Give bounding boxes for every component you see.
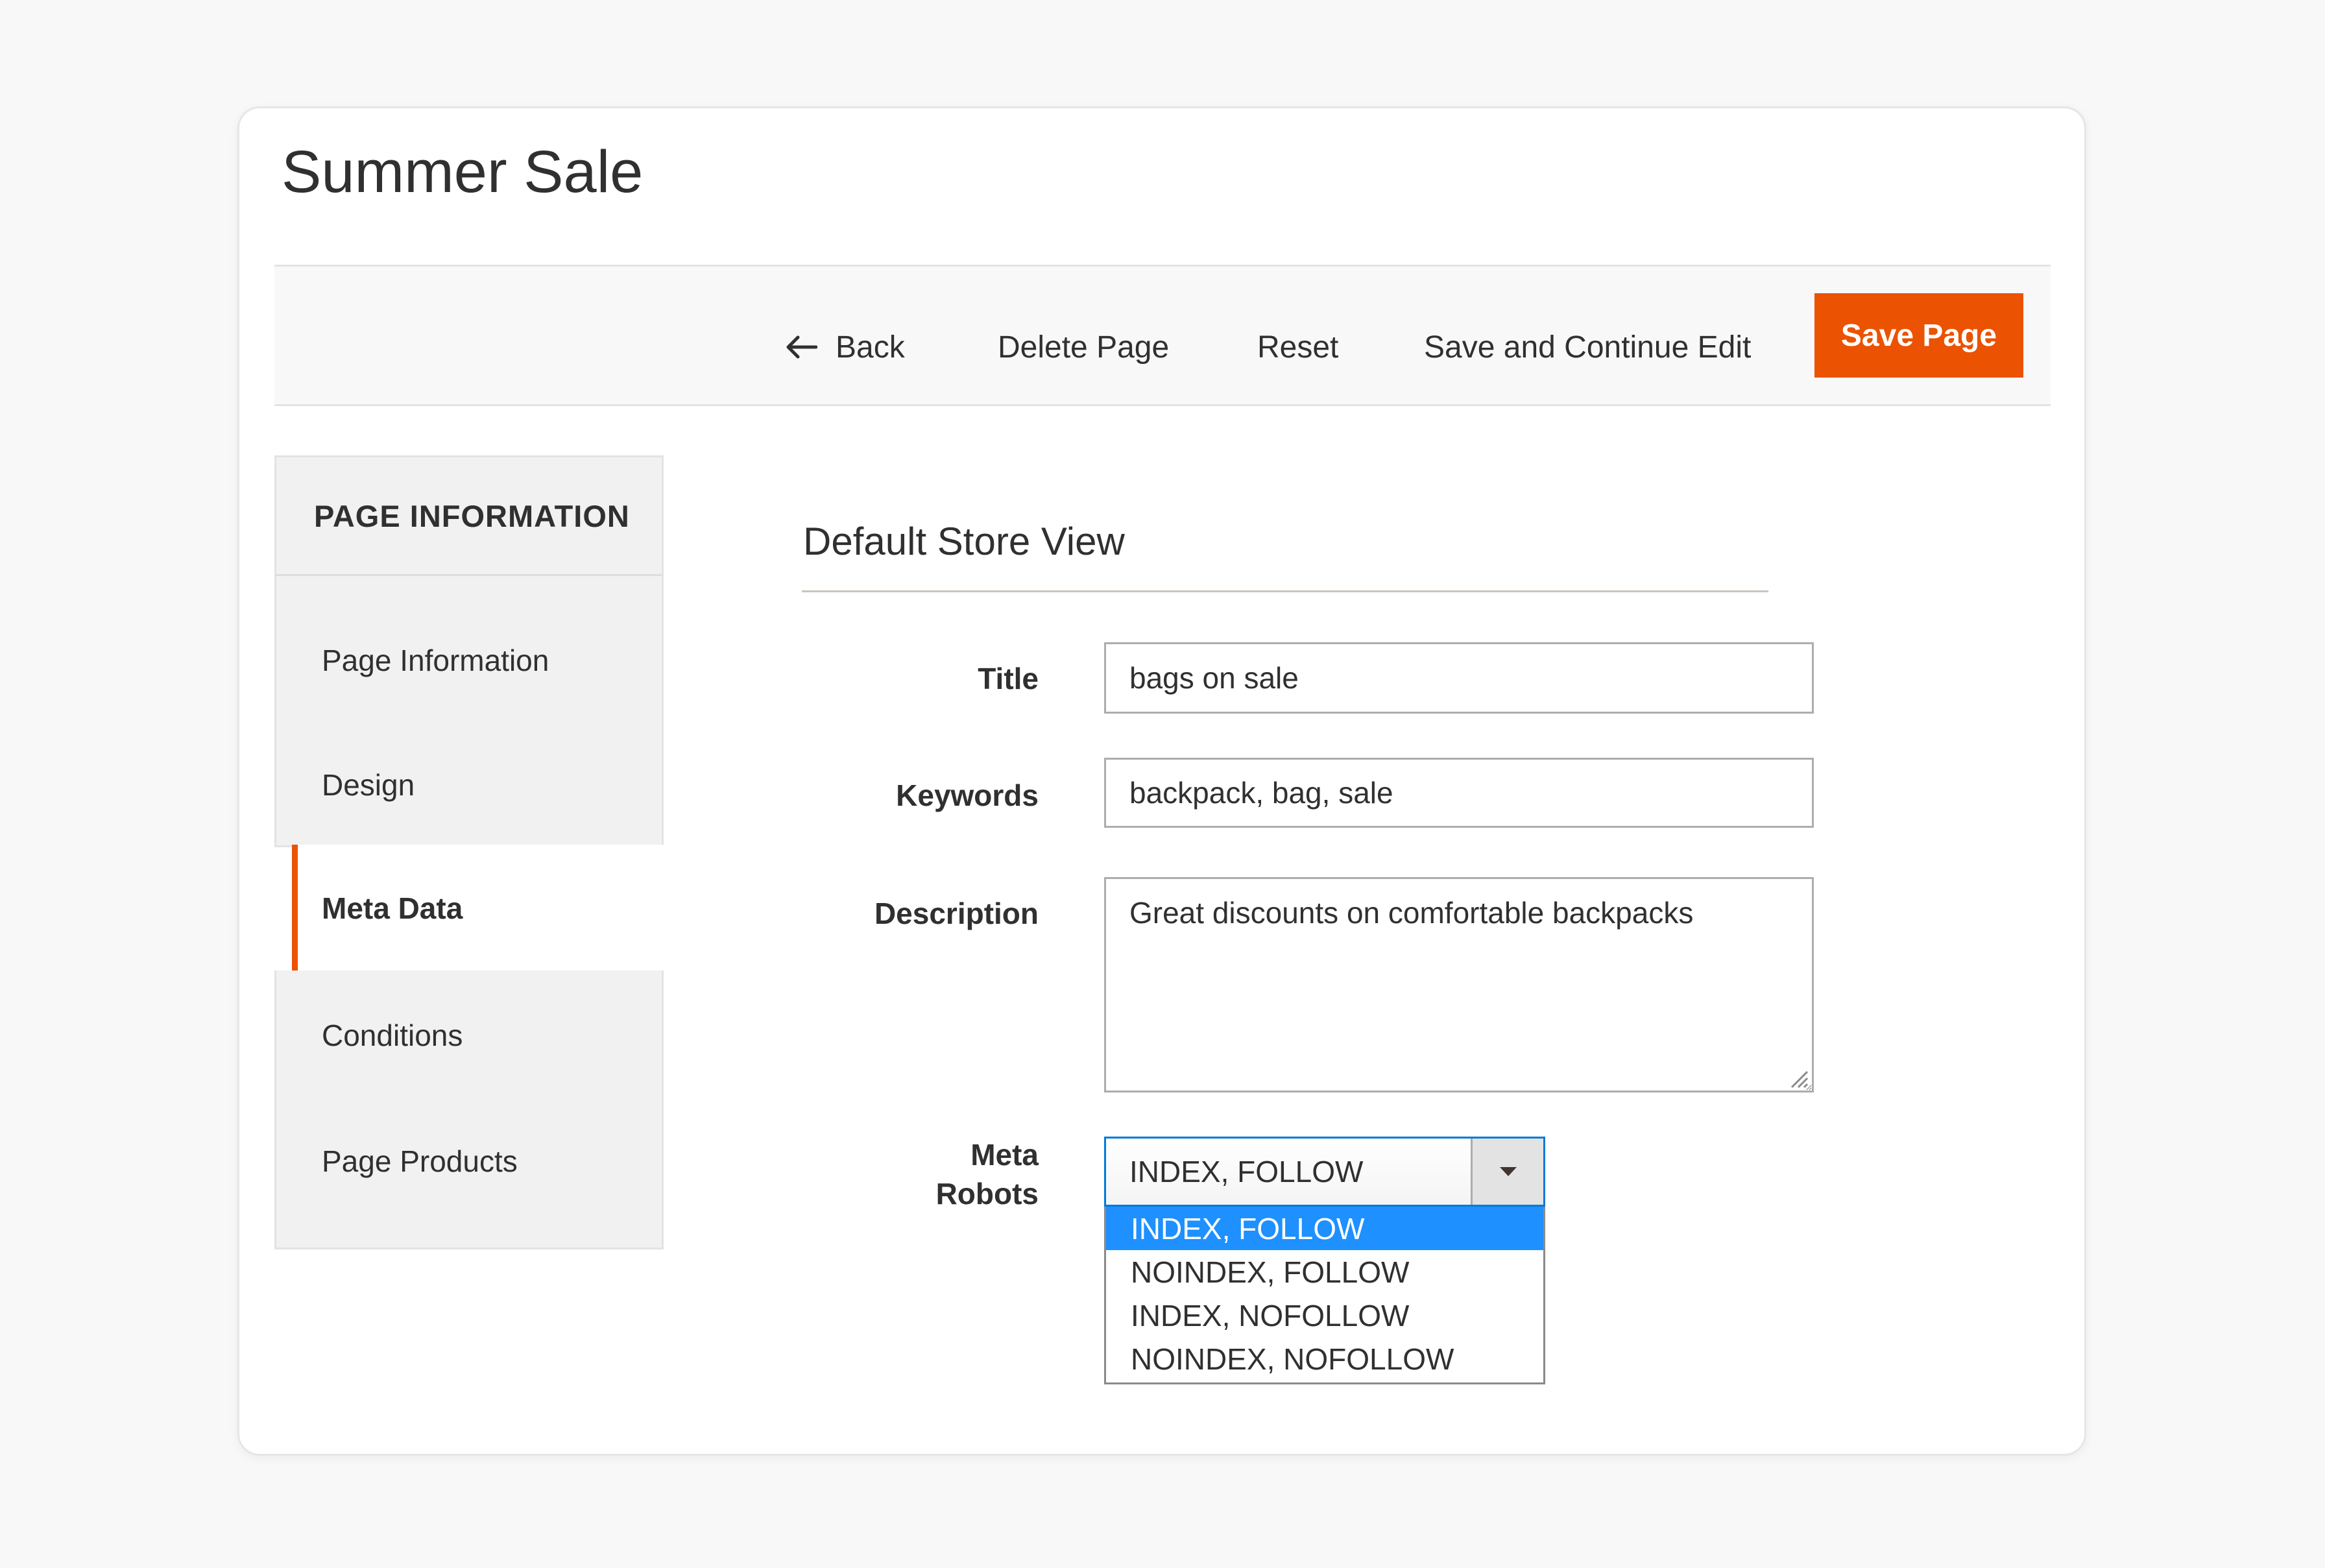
resize-grip-icon[interactable] bbox=[1788, 1068, 1809, 1089]
caret-down-icon bbox=[1499, 1167, 1517, 1176]
dropdown-toggle[interactable] bbox=[1471, 1139, 1543, 1205]
meta-robots-select[interactable]: INDEX, FOLLOW bbox=[1104, 1137, 1545, 1207]
sidebar-item-page-information[interactable]: Page Information bbox=[322, 621, 549, 699]
section-title: Default Store View bbox=[803, 520, 1125, 563]
meta-robots-label-line2: Robots bbox=[935, 1177, 1039, 1211]
sidebar-item-meta-data[interactable]: Meta Data bbox=[322, 869, 463, 947]
delete-page-button[interactable]: Delete Page bbox=[998, 305, 1169, 389]
keywords-input[interactable] bbox=[1104, 758, 1814, 828]
meta-robots-options-list: INDEX, FOLLOW NOINDEX, FOLLOW INDEX, NOF… bbox=[1104, 1207, 1545, 1384]
back-button-label: Back bbox=[836, 330, 905, 365]
meta-robots-selected-value: INDEX, FOLLOW bbox=[1106, 1139, 1471, 1205]
title-input[interactable] bbox=[1104, 642, 1814, 714]
meta-robots-label: Meta Robots bbox=[936, 1135, 1039, 1213]
option-noindex-nofollow[interactable]: NOINDEX, NOFOLLOW bbox=[1106, 1337, 1543, 1381]
back-button[interactable]: Back bbox=[785, 305, 905, 389]
meta-robots-label-line1: Meta bbox=[970, 1138, 1039, 1172]
sidebar-item-conditions[interactable]: Conditions bbox=[322, 996, 463, 1074]
title-label: Title bbox=[978, 662, 1039, 695]
keywords-label: Keywords bbox=[896, 778, 1039, 812]
description-textarea[interactable]: Great discounts on comfortable backpacks bbox=[1104, 877, 1814, 1092]
arrow-left-icon bbox=[786, 335, 817, 359]
option-index-nofollow[interactable]: INDEX, NOFOLLOW bbox=[1106, 1294, 1543, 1337]
sidebar-item-page-products[interactable]: Page Products bbox=[322, 1122, 518, 1200]
page-title: Summer Sale bbox=[282, 139, 644, 205]
sidebar-item-design[interactable]: Design bbox=[322, 746, 415, 824]
save-page-button[interactable]: Save Page bbox=[1814, 293, 2023, 378]
section-divider bbox=[802, 590, 1768, 592]
option-noindex-follow[interactable]: NOINDEX, FOLLOW bbox=[1106, 1250, 1543, 1294]
save-and-continue-button[interactable]: Save and Continue Edit bbox=[1424, 305, 1751, 389]
reset-button[interactable]: Reset bbox=[1257, 305, 1338, 389]
description-label: Description bbox=[874, 897, 1039, 930]
sidebar-heading: PAGE INFORMATION bbox=[274, 455, 664, 576]
option-index-follow[interactable]: INDEX, FOLLOW bbox=[1106, 1207, 1543, 1250]
